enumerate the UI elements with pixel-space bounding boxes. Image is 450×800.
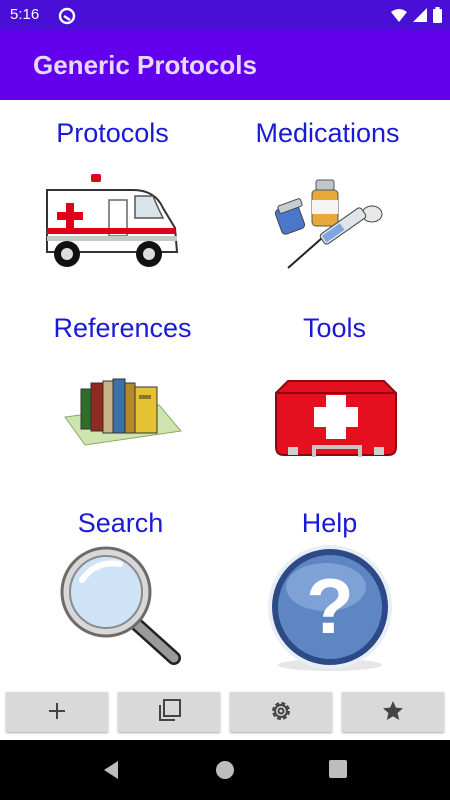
- recents-icon[interactable]: [329, 760, 347, 783]
- add-button[interactable]: [6, 692, 108, 732]
- grid-item-help[interactable]: Help ?: [217, 490, 442, 685]
- first-aid-kit-icon: [270, 365, 400, 470]
- app-title: Generic Protocols: [33, 50, 257, 80]
- grid-item-label: Help: [301, 508, 358, 538]
- svg-text:?: ?: [306, 562, 354, 650]
- notification-app-icon: [58, 7, 76, 30]
- main-grid: Protocols Medications References Tools S…: [0, 100, 450, 685]
- bottom-toolbar: [0, 690, 450, 732]
- system-nav-bar: [0, 740, 450, 800]
- help-question-icon: ?: [260, 545, 400, 680]
- star-icon: [381, 699, 405, 726]
- ambulance-icon: [43, 170, 183, 275]
- grid-item-references[interactable]: References: [10, 295, 235, 490]
- grid-item-label: Search: [77, 508, 164, 538]
- magnifier-icon: [56, 542, 186, 672]
- settings-button[interactable]: [230, 692, 332, 732]
- app-bar: Generic Protocols: [0, 30, 450, 100]
- copy-icon: [156, 698, 182, 727]
- settings-icon: [268, 698, 294, 727]
- copy-button[interactable]: [118, 692, 220, 732]
- syringe-vials-icon: [268, 172, 388, 277]
- grid-item-label: References: [53, 313, 192, 343]
- grid-item-label: Tools: [302, 313, 367, 343]
- grid-item-label: Medications: [255, 118, 400, 148]
- status-time: 5:16: [10, 6, 40, 23]
- status-bar: 5:16: [0, 0, 450, 30]
- back-icon[interactable]: [102, 760, 120, 785]
- grid-item-search[interactable]: Search: [8, 490, 233, 685]
- grid-item-medications[interactable]: Medications: [215, 100, 440, 295]
- favorites-button[interactable]: [342, 692, 444, 732]
- battery-icon: [433, 7, 442, 28]
- cell-signal-icon: [413, 8, 427, 27]
- home-icon[interactable]: [215, 760, 235, 785]
- status-icons: [391, 7, 442, 28]
- grid-item-label: Protocols: [56, 118, 169, 148]
- grid-item-tools[interactable]: Tools: [222, 295, 447, 490]
- grid-item-protocols[interactable]: Protocols: [0, 100, 225, 295]
- wifi-icon: [391, 8, 407, 27]
- books-icon: [63, 373, 183, 458]
- add-icon: [47, 701, 67, 724]
